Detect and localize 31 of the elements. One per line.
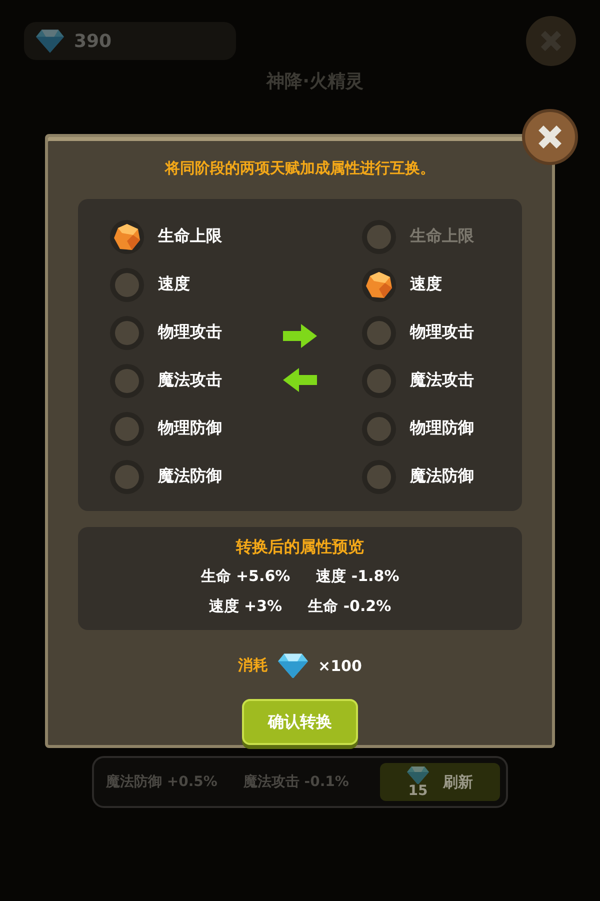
attribute-change: 生命 -0.2% [308,596,392,617]
gem-icon [278,652,308,678]
refresh-cost: 15 [408,784,428,798]
attribute-option[interactable]: 生命上限 [78,212,270,261]
stat-text: 魔法防御 +0.5% [106,773,218,791]
cost-amount: ×100 [318,656,362,675]
attribute-option[interactable]: 魔法攻击 [78,356,270,405]
instruction-text: 将同阶段的两项天赋加成属性进行互换。 [165,159,435,179]
attribute-change: 速度 +3% [208,596,282,617]
right-arrow-icon [283,324,317,348]
cost-label: 消耗 [238,656,268,676]
attribute-option[interactable]: 物理防御 [78,404,270,453]
attribute-option[interactable]: 魔法防御 [78,452,270,501]
attribute-option[interactable]: 物理防御 [330,404,522,453]
attribute-option[interactable]: 物理攻击 [78,308,270,357]
left-arrow-icon [283,368,317,392]
attribute-change: 生命 +5.6% [200,566,290,587]
close-icon [537,124,563,150]
gem-icon [407,766,429,784]
stat-text: 魔法攻击 -0.1% [243,773,349,791]
refresh-label: 刷新 [443,772,473,792]
attribute-option[interactable]: 魔法防御 [330,452,522,501]
gem-count: 390 [74,30,112,52]
preview-title: 转换后的属性预览 [236,536,364,558]
attribute-option[interactable]: 魔法攻击 [330,356,522,405]
attribute-option[interactable]: 速度 [330,260,522,309]
gem-icon [36,29,64,53]
attribute-option[interactable]: 速度 [78,260,270,309]
attribute-change: 速度 -1.8% [316,566,400,587]
attribute-option[interactable]: 物理攻击 [330,308,522,357]
refresh-button[interactable]: 15 刷新 [380,763,500,801]
